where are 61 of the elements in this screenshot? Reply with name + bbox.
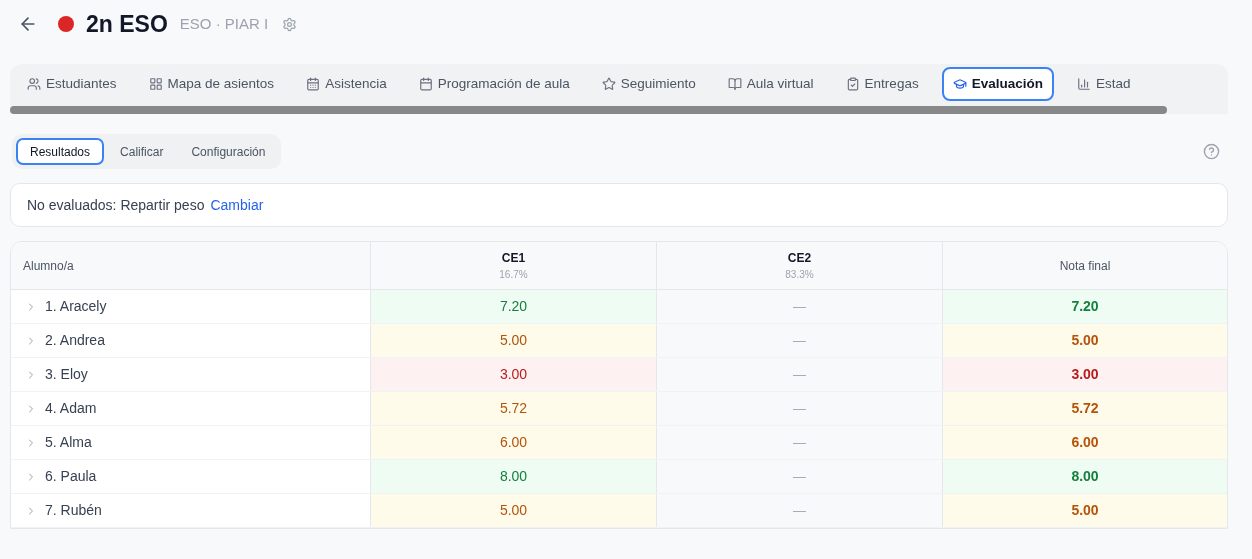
graduation-cap-icon [952,77,967,91]
class-title: 2n ESO [86,9,168,39]
clipboard-icon [845,77,860,91]
grade-cell: 6.00 [370,426,656,459]
tab[interactable]: Asistencia [297,67,396,101]
class-subtitle: ESO · PIAR I [179,13,269,34]
calendar-icon [306,77,321,91]
final-grade-cell: 5.00 [942,494,1227,527]
student-name: 2. Andrea [45,331,105,350]
final-grade-cell: 5.00 [942,324,1227,357]
grade-cell: 7.20 [370,290,656,323]
column-weight: 16.7% [499,268,528,282]
grade-cell: 5.00 [370,324,656,357]
tab[interactable]: Aula virtual [718,67,823,101]
student-name: 6. Paula [45,467,97,486]
column-weight: 83.3% [785,268,814,282]
notice-text: No evaluados: Repartir peso [27,195,205,215]
grade-cell: — [656,460,942,493]
book-icon [727,77,742,91]
student-name: 1. Aracely [45,297,107,316]
tab[interactable]: Evaluación [941,67,1054,101]
segment-tab[interactable]: Resultados [16,138,105,165]
grade-cell: — [656,324,942,357]
segment-tab[interactable]: Calificar [108,138,176,165]
tab[interactable]: Entregas [836,67,928,101]
tab[interactable]: Estudiantes [18,67,126,101]
grade-cell: — [656,290,942,323]
settings-icon[interactable] [282,16,298,32]
grade-cell: 5.00 [370,494,656,527]
student-name: 4. Adam [45,399,97,418]
tab[interactable]: Seguimiento [592,67,705,101]
tab[interactable]: Programación de aula [409,67,579,101]
tab[interactable]: Estad [1067,67,1140,101]
grade-cell: — [656,358,942,391]
bar-chart-icon [1076,77,1091,91]
tab[interactable]: Mapa de asientos [139,67,284,101]
help-icon[interactable] [1203,143,1220,160]
final-grade-cell: 6.00 [942,426,1227,459]
calendar-icon [418,77,433,91]
grade-cell: — [656,392,942,425]
student-name: 3. Eloy [45,365,88,384]
column-header: CE1 16.7% [370,242,656,289]
final-grade-cell: 7.20 [942,290,1227,323]
grade-cell: — [656,494,942,527]
student-name: 7. Rubén [45,501,102,520]
final-grade-cell: 3.00 [942,358,1227,391]
final-grade-cell: 8.00 [942,460,1227,493]
grade-cell: 5.72 [370,392,656,425]
student-name: 5. Alma [45,433,92,452]
column-header: Alumno/a [22,257,75,275]
people-icon [27,77,41,91]
grid-icon [148,77,163,91]
column-header: CE2 83.3% [656,242,942,289]
grade-cell: — [656,426,942,459]
star-icon [601,77,616,91]
change-link[interactable]: Cambiar [210,194,264,216]
segment-tab[interactable]: Configuración [179,138,278,165]
column-header: Nota final [942,242,1227,289]
grade-cell: 3.00 [370,358,656,391]
grade-cell: 8.00 [370,460,656,493]
final-grade-cell: 5.72 [942,392,1227,425]
